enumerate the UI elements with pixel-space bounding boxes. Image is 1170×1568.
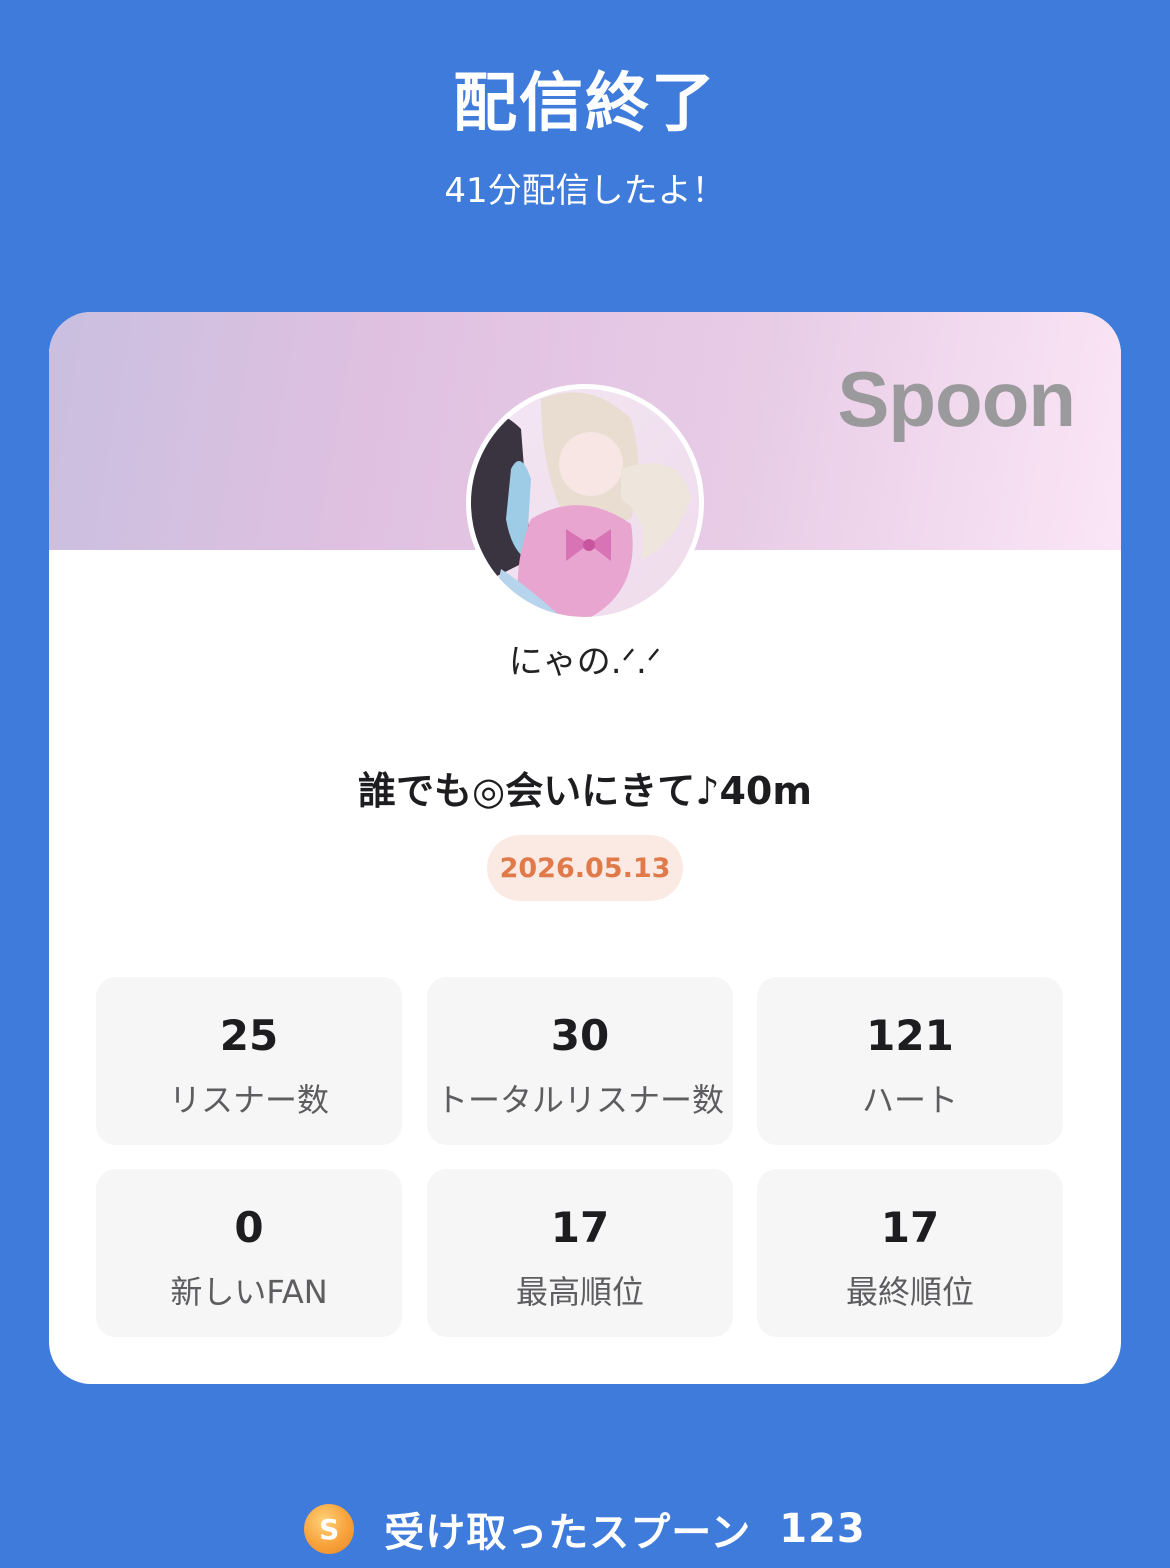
stat-highest-rank: 17 最高順位 <box>427 1169 733 1337</box>
page-title: 配信終了 <box>453 67 717 141</box>
username: にゃの.ᐟ.ᐟ <box>508 642 662 682</box>
stat-final-rank: 17 最終順位 <box>757 1169 1063 1337</box>
broadcast-duration-text: 41分配信したよ！ <box>444 171 726 211</box>
stream-title: 誰でも◎会いにきて♪40m <box>358 769 812 813</box>
stat-value: 17 <box>550 1203 610 1252</box>
stat-value: 30 <box>550 1011 610 1060</box>
stat-value: 0 <box>234 1203 264 1252</box>
date-badge: 2026.05.13 <box>487 835 683 901</box>
stat-label: 新しいFAN <box>170 1273 328 1311</box>
stat-value: 17 <box>880 1203 940 1252</box>
avatar[interactable] <box>466 384 704 622</box>
stat-label: 最高順位 <box>515 1273 644 1311</box>
spoon-logo: Spoon <box>837 355 1076 443</box>
received-spoons-label: 受け取ったスプーン <box>384 1510 752 1556</box>
stat-label: トータルリスナー数 <box>435 1081 724 1119</box>
stat-label: ハート <box>861 1081 958 1119</box>
received-spoons-row: S 受け取ったスプーン 123 <box>0 1500 1170 1558</box>
stat-label: 最終順位 <box>845 1273 974 1311</box>
broadcast-summary-card: Spoon にゃの.ᐟ.ᐟ 誰でも◎会いにきて♪40m 2026.05.13 2… <box>49 312 1121 1384</box>
stat-hearts: 121 ハート <box>757 977 1063 1145</box>
stat-value: 121 <box>866 1011 954 1060</box>
stat-listeners: 25 リスナー数 <box>96 977 402 1145</box>
avatar-image <box>471 389 699 617</box>
stat-new-fans: 0 新しいFAN <box>96 1169 402 1337</box>
received-spoons-count: 123 <box>779 1506 866 1552</box>
stat-label: リスナー数 <box>168 1081 329 1119</box>
stat-value: 25 <box>219 1011 279 1060</box>
spoon-coin-icon: S <box>304 1504 355 1554</box>
stat-total-listeners: 30 トータルリスナー数 <box>427 977 733 1145</box>
